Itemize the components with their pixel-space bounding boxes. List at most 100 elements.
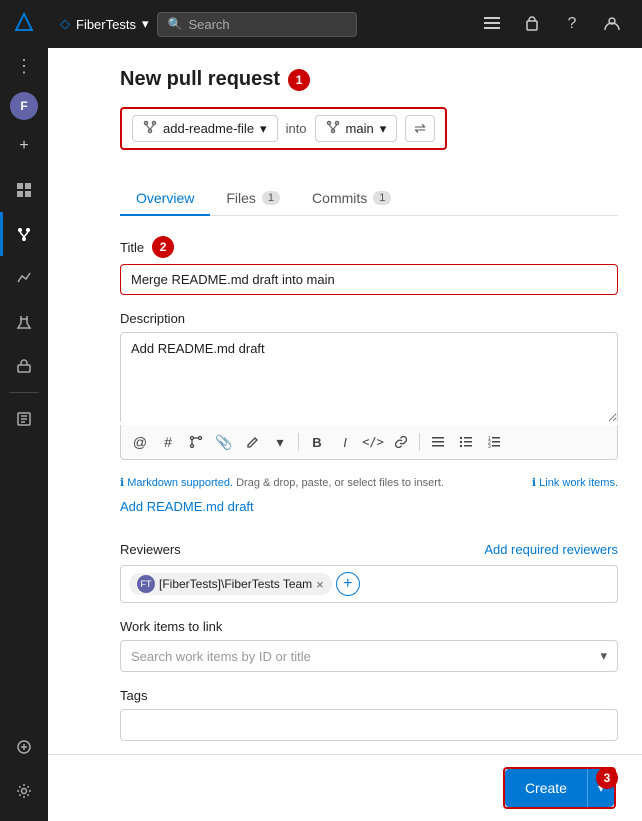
work-items-dropdown[interactable]: Search work items by ID or title ▾	[120, 640, 618, 672]
app-logo[interactable]	[0, 0, 48, 44]
sidebar-item-boards[interactable]	[0, 168, 48, 212]
avatar[interactable]: F	[10, 92, 38, 120]
description-section: Description Add README.md draft @ # 📎 ▾ …	[120, 311, 618, 460]
branch-target-icon	[326, 120, 340, 137]
org-selector[interactable]: ◇ FiberTests ▾	[60, 16, 149, 32]
markdown-hint: ℹ Markdown supported. Drag & drop, paste…	[120, 476, 618, 489]
tab-overview[interactable]: Overview	[120, 182, 210, 216]
source-branch-chevron: ▾	[260, 121, 267, 137]
title-input[interactable]	[120, 264, 618, 295]
tags-section: Tags	[120, 688, 618, 741]
toolbar-pr-btn[interactable]	[183, 429, 209, 455]
target-branch-btn[interactable]: main ▾	[315, 115, 398, 142]
title-label: Title	[120, 240, 144, 255]
reviewers-section: Reviewers Add required reviewers FT [Fib…	[120, 542, 618, 603]
mention-section: Add README.md draft	[120, 499, 618, 528]
source-branch-btn[interactable]: add-readme-file ▾	[132, 115, 278, 142]
tags-label: Tags	[120, 688, 618, 703]
markdown-hint-text: Drag & drop, paste, or select files to i…	[236, 477, 444, 489]
org-name: FiberTests	[76, 17, 136, 32]
org-chevron-icon: ▾	[142, 16, 149, 32]
branch-selector: add-readme-file ▾ into main ▾ ⇌	[120, 107, 447, 150]
files-badge: 1	[262, 191, 280, 205]
toolbar-bullet-btn[interactable]	[453, 429, 479, 455]
source-branch-name: add-readme-file	[163, 121, 254, 136]
description-textarea[interactable]: Add README.md draft	[120, 332, 618, 422]
work-items-section: Work items to link Search work items by …	[120, 619, 618, 672]
sidebar-item-overview[interactable]	[0, 397, 48, 441]
tab-bar: Overview Files 1 Commits 1	[120, 182, 618, 216]
toolbar-mention-btn[interactable]: @	[127, 429, 153, 455]
reviewers-header: Reviewers Add required reviewers	[120, 542, 618, 557]
sidebar-item-extension[interactable]	[0, 725, 48, 769]
toolbar-code-btn[interactable]: </>	[360, 429, 386, 455]
markdown-link[interactable]: Markdown supported.	[127, 477, 233, 489]
step1-badge: 1	[288, 69, 310, 91]
sidebar-item-artifacts[interactable]	[0, 344, 48, 388]
shopping-icon[interactable]	[514, 6, 550, 42]
reviewers-input[interactable]: FT [FiberTests]\FiberTests Team × +	[120, 565, 618, 603]
target-branch-name: main	[346, 121, 374, 136]
search-placeholder: Search	[188, 17, 229, 32]
sidebar-item-settings[interactable]	[0, 769, 48, 813]
tab-commits[interactable]: Commits 1	[296, 182, 407, 216]
topbar-actions: ?	[474, 6, 630, 42]
step3-badge: 3	[596, 767, 618, 789]
swap-branch-btn[interactable]: ⇌	[405, 115, 435, 142]
reviewer-name: [FiberTests]\FiberTests Team	[159, 577, 312, 591]
branch-selector-container: add-readme-file ▾ into main ▾ ⇌	[120, 107, 618, 166]
reviewer-remove-btn[interactable]: ×	[316, 578, 324, 591]
page-title-section: New pull request 1	[120, 68, 618, 91]
editor-toolbar: @ # 📎 ▾ B I </> 123	[120, 425, 618, 460]
page-title-text: New pull request	[120, 68, 280, 91]
sidebar: ⋮ F +	[0, 0, 48, 821]
bottom-bar: Create ▾ 3	[48, 754, 642, 821]
toolbar-bold-btn[interactable]: B	[304, 429, 330, 455]
sidebar-divider	[9, 392, 39, 393]
reviewers-label: Reviewers	[120, 542, 181, 557]
step2-badge: 2	[152, 236, 174, 258]
work-items-label: Work items to link	[120, 619, 618, 634]
link-work-items-link[interactable]: Link work items.	[539, 477, 618, 489]
sidebar-item-add[interactable]: +	[0, 124, 48, 168]
info-icon2: ℹ	[532, 477, 536, 489]
commits-badge: 1	[373, 191, 391, 205]
toolbar-italic-btn[interactable]: I	[332, 429, 358, 455]
reviewer-tag: FT [FiberTests]\FiberTests Team ×	[129, 573, 332, 595]
tags-input[interactable]	[120, 709, 618, 741]
toolbar-hashtag-btn[interactable]: #	[155, 429, 181, 455]
toolbar-edit-btn[interactable]	[239, 429, 265, 455]
toolbar-numbered-btn[interactable]: 123	[481, 429, 507, 455]
description-label: Description	[120, 311, 618, 326]
search-box[interactable]: 🔍 Search	[157, 12, 357, 37]
reviewer-add-btn[interactable]: +	[336, 572, 360, 596]
info-icon: ℹ	[120, 477, 124, 489]
add-readme-link[interactable]: Add README.md draft	[120, 499, 254, 514]
main-content: New pull request 1 add-readme-file ▾ int…	[96, 48, 642, 821]
nav-icon[interactable]	[474, 6, 510, 42]
reviewer-avatar: FT	[137, 575, 155, 593]
toolbar-sep1	[298, 433, 299, 451]
toolbar-attach-btn[interactable]: 📎	[211, 429, 237, 455]
work-items-placeholder: Search work items by ID or title	[131, 649, 311, 664]
svg-text:3: 3	[488, 444, 491, 449]
create-button[interactable]: Create	[505, 769, 587, 807]
tab-files[interactable]: Files 1	[210, 182, 296, 216]
search-icon: 🔍	[168, 17, 183, 31]
add-required-reviewers-link[interactable]: Add required reviewers	[484, 542, 618, 557]
org-diamond-icon: ◇	[60, 16, 70, 32]
help-icon[interactable]: ?	[554, 6, 590, 42]
sidebar-item-pipelines[interactable]	[0, 256, 48, 300]
target-branch-chevron: ▾	[380, 121, 387, 137]
user-icon[interactable]	[594, 6, 630, 42]
work-items-chevron-icon: ▾	[600, 648, 607, 664]
toolbar-link-btn[interactable]	[388, 429, 414, 455]
sidebar-item-test[interactable]	[0, 300, 48, 344]
toolbar-list-btn[interactable]	[425, 429, 451, 455]
toolbar-sep2	[419, 433, 420, 451]
title-section: Title 2	[120, 236, 618, 295]
toolbar-edit-chevron[interactable]: ▾	[267, 429, 293, 455]
into-text: into	[286, 121, 307, 136]
sidebar-item-menu[interactable]: ⋮	[0, 44, 48, 88]
sidebar-item-repos[interactable]	[0, 212, 48, 256]
